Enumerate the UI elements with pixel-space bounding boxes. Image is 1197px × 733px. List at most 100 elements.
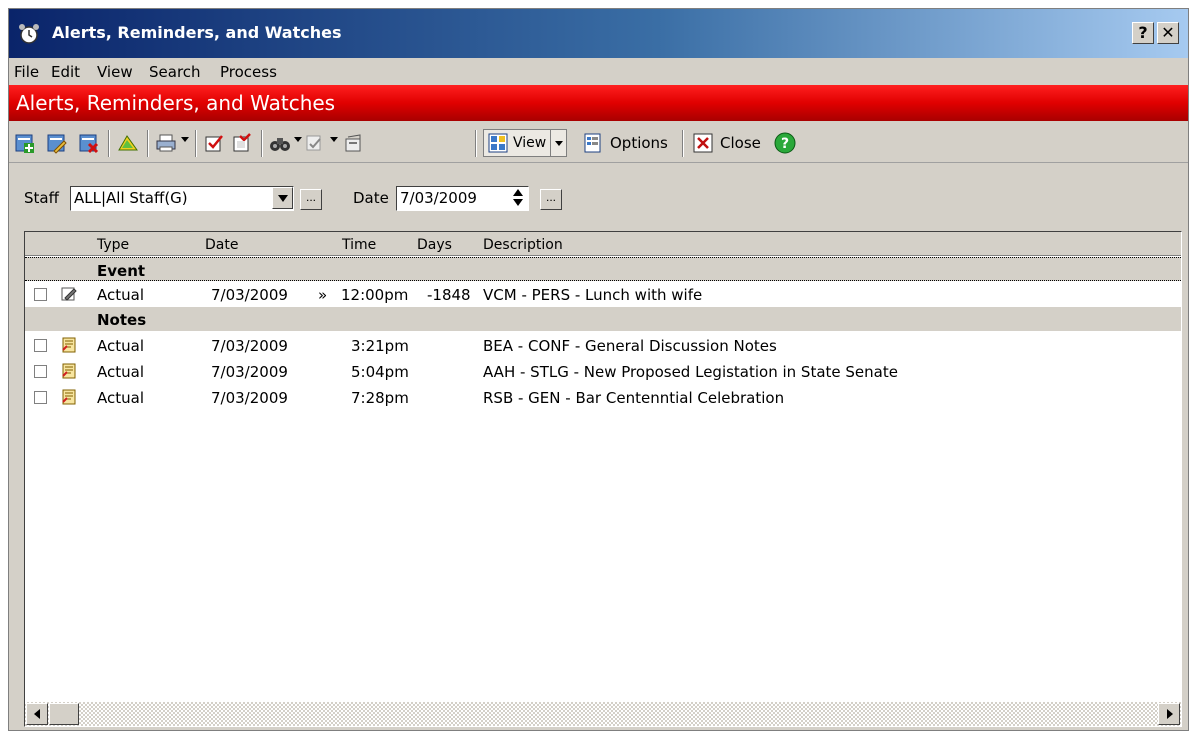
page-banner: Alerts, Reminders, and Watches	[9, 85, 1188, 121]
row-type: Actual	[97, 337, 144, 355]
scroll-thumb[interactable]	[49, 703, 79, 725]
group-label: Event	[97, 262, 146, 280]
table-row[interactable]: Actual 7/03/2009 3:21pm BEA - CONF - Gen…	[25, 332, 1181, 357]
toolbar-separator	[147, 130, 149, 157]
print-dropdown-arrow[interactable]	[181, 137, 189, 142]
row-description: AAH - STLG - New Proposed Legistation in…	[483, 363, 898, 381]
toolbar-separator	[682, 130, 684, 157]
table-row[interactable]: Actual 7/03/2009 5:04pm AAH - STLG - New…	[25, 358, 1181, 383]
delete-icon[interactable]	[78, 132, 100, 154]
row-time: 12:00pm	[341, 286, 409, 304]
column-description[interactable]: Description	[483, 237, 563, 253]
row-description: BEA - CONF - General Discussion Notes	[483, 337, 777, 355]
event-icon	[61, 287, 77, 301]
menu-bar: File Edit View Search Process	[9, 58, 1188, 85]
toolbar: View Options Close ?	[9, 123, 1188, 163]
date-label: Date	[353, 189, 389, 207]
row-type: Actual	[97, 389, 144, 407]
options-icon[interactable]	[582, 132, 604, 154]
close-label[interactable]: Close	[720, 134, 761, 152]
row-date: 7/03/2009	[211, 337, 288, 355]
toolbar-separator	[108, 130, 110, 157]
row-checkbox[interactable]	[34, 339, 47, 352]
note-icon	[62, 337, 76, 353]
column-date[interactable]: Date	[205, 237, 238, 253]
alarm-clock-icon	[19, 24, 39, 44]
row-date: 7/03/2009	[211, 363, 288, 381]
date-browse-button[interactable]: ...	[540, 189, 562, 210]
banner-title: Alerts, Reminders, and Watches	[16, 91, 336, 115]
row-date: 7/03/2009	[211, 286, 288, 304]
view-icon	[488, 133, 508, 153]
column-type[interactable]: Type	[97, 237, 129, 253]
find-dropdown-arrow[interactable]	[294, 137, 302, 142]
row-date: 7/03/2009	[211, 389, 288, 407]
row-time: 7:28pm	[351, 389, 409, 407]
table-row[interactable]: Actual 7/03/2009 7:28pm RSB - GEN - Bar …	[25, 384, 1181, 409]
alerts-list: Type Date Time Days Description Event Ac…	[24, 231, 1182, 727]
close-icon[interactable]	[692, 132, 714, 154]
group-notes[interactable]: Notes	[25, 307, 1181, 331]
add-icon[interactable]	[14, 132, 36, 154]
svg-text:?: ?	[781, 136, 789, 152]
row-type: Actual	[97, 286, 144, 304]
process-icon[interactable]	[304, 132, 326, 154]
note-icon	[62, 389, 76, 405]
row-checkbox[interactable]	[34, 391, 47, 404]
view-dropdown-arrow[interactable]	[555, 141, 563, 146]
print-icon[interactable]	[155, 132, 177, 154]
row-description: VCM - PERS - Lunch with wife	[483, 286, 703, 304]
process-dropdown-arrow[interactable]	[330, 137, 338, 142]
scroll-right-button[interactable]	[1158, 703, 1180, 725]
staff-select[interactable]: ALL|All Staff(G)	[70, 186, 294, 211]
check-icon[interactable]	[203, 132, 225, 154]
menu-search[interactable]: Search	[149, 63, 201, 81]
close-window-button[interactable]: ✕	[1157, 22, 1179, 44]
help-button[interactable]: ?	[1132, 22, 1154, 44]
help-icon[interactable]: ?	[774, 132, 796, 154]
date-value: 7/03/2009	[400, 189, 477, 207]
horizontal-scrollbar[interactable]	[25, 702, 1181, 726]
row-checkbox[interactable]	[34, 288, 47, 301]
menu-process[interactable]: Process	[220, 63, 277, 81]
find-icon[interactable]	[269, 132, 291, 154]
staff-dropdown-button[interactable]	[272, 187, 293, 209]
view-button[interactable]: View	[483, 129, 567, 157]
view-split-divider	[550, 130, 551, 156]
edit-icon[interactable]	[46, 132, 68, 154]
date-spinner[interactable]	[510, 188, 526, 208]
options-label[interactable]: Options	[610, 134, 668, 152]
window-title: Alerts, Reminders, and Watches	[52, 23, 342, 42]
group-event[interactable]: Event	[25, 257, 1181, 281]
staff-browse-button[interactable]: ...	[300, 189, 322, 210]
toolbar-separator	[261, 130, 263, 157]
column-days[interactable]: Days	[417, 237, 452, 253]
uncheck-icon[interactable]	[231, 132, 253, 154]
filter-bar: Staff ALL|All Staff(G) ... Date 7/03/200…	[9, 175, 1188, 225]
toolbar-separator	[195, 130, 197, 157]
row-days: -1848	[427, 286, 471, 304]
note-icon	[62, 363, 76, 379]
date-field[interactable]: 7/03/2009	[396, 186, 529, 211]
app-window: Alerts, Reminders, and Watches ? ✕ File …	[8, 8, 1189, 731]
row-checkbox[interactable]	[34, 365, 47, 378]
view-label: View	[513, 135, 547, 151]
toolbar-separator	[475, 130, 477, 157]
staff-value: ALL|All Staff(G)	[74, 189, 188, 207]
properties-icon[interactable]	[342, 132, 364, 154]
staff-label: Staff	[24, 189, 59, 207]
column-time[interactable]: Time	[342, 237, 376, 253]
row-description: RSB - GEN - Bar Centenntial Celebration	[483, 389, 785, 407]
menu-edit[interactable]: Edit	[51, 63, 80, 81]
table-row[interactable]: Actual 7/03/2009 » 12:00pm -1848 VCM - P…	[25, 281, 1181, 306]
row-marker: »	[318, 286, 328, 304]
title-bar: Alerts, Reminders, and Watches ? ✕	[9, 9, 1188, 58]
row-time: 5:04pm	[351, 363, 409, 381]
menu-file[interactable]: File	[14, 63, 39, 81]
highlight-icon[interactable]	[117, 132, 139, 154]
row-time: 3:21pm	[351, 337, 409, 355]
scroll-left-button[interactable]	[26, 703, 48, 725]
menu-view[interactable]: View	[97, 63, 133, 81]
list-header: Type Date Time Days Description	[25, 232, 1181, 256]
group-label: Notes	[97, 311, 147, 329]
